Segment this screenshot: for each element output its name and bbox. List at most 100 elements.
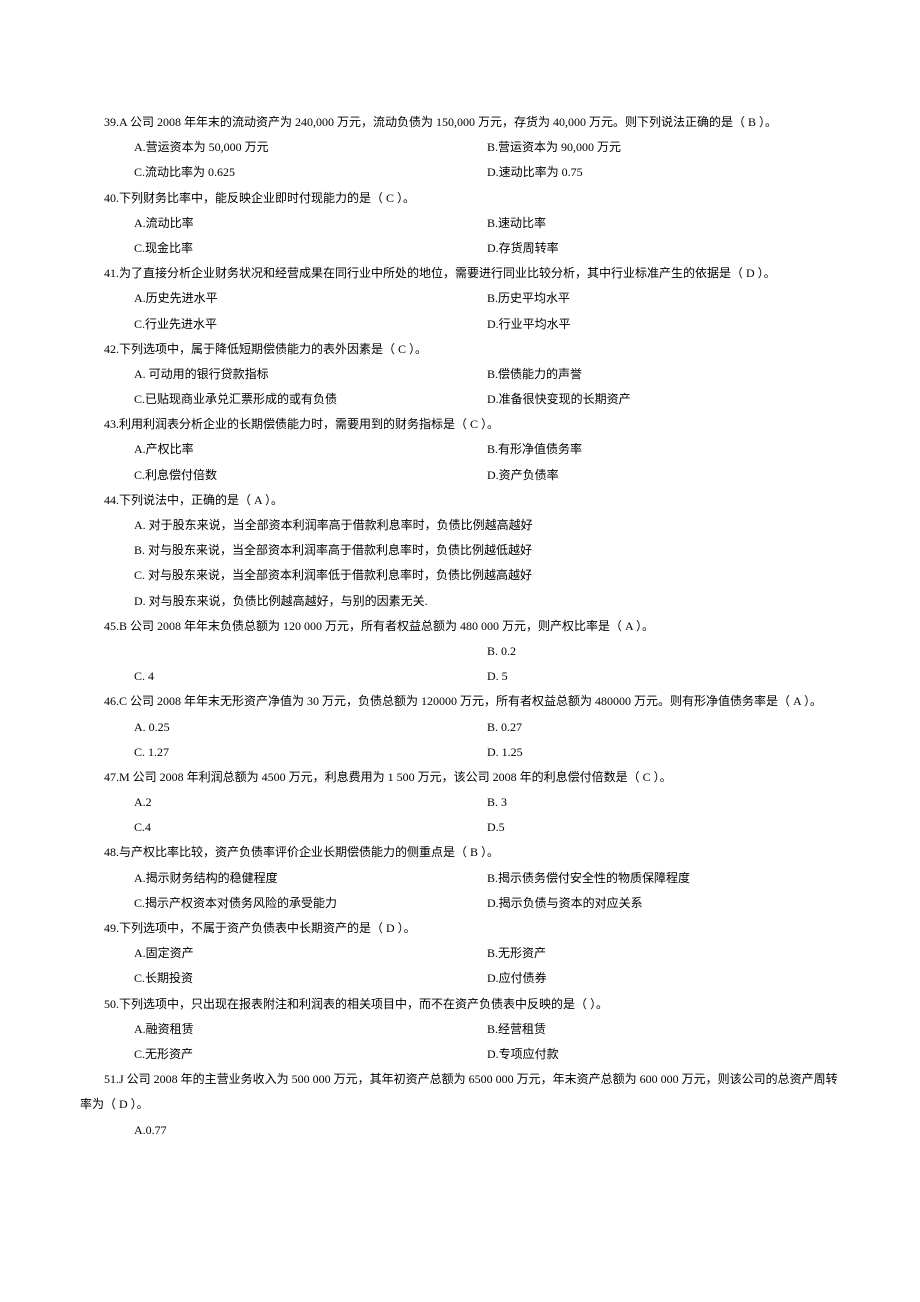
option-d: D.5 (487, 815, 840, 840)
question-stem: 51.J 公司 2008 年的主营业务收入为 500 000 万元，其年初资产总… (80, 1067, 840, 1117)
option-a: A.流动比率 (134, 211, 487, 236)
options-row: C. 1.27 D. 1.25 (134, 740, 840, 765)
option-b: B.速动比率 (487, 211, 840, 236)
options-block: A.2 B. 3 C.4 D.5 (80, 790, 840, 840)
options-block: A.流动比率 B.速动比率 C.现金比率 D.存货周转率 (80, 211, 840, 261)
options-row: C.长期投资 D.应付债券 (134, 966, 840, 991)
options-row: C.流动比率为 0.625 D.速动比率为 0.75 (134, 160, 840, 185)
options-block: A.固定资产 B.无形资产 C.长期投资 D.应付债券 (80, 941, 840, 991)
option-d: D. 1.25 (487, 740, 840, 765)
option-d: D. 对与股东来说，负债比例越高越好，与别的因素无关. (134, 589, 840, 614)
options-block: A.营运资本为 50,000 万元 B.营运资本为 90,000 万元 C.流动… (80, 135, 840, 185)
option-b: B.揭示债务偿付安全性的物质保障程度 (487, 866, 840, 891)
question-stem: 39.A 公司 2008 年年末的流动资产为 240,000 万元，流动负债为 … (80, 110, 840, 135)
options-row: A.融资租赁 B.经营租赁 (134, 1017, 840, 1042)
question-stem: 42.下列选项中，属于降低短期偿债能力的表外因素是（ C ）。 (80, 337, 840, 362)
option-d: D.存货周转率 (487, 236, 840, 261)
options-row: C.无形资产 D.专项应付款 (134, 1042, 840, 1067)
option-c: C.利息偿付倍数 (134, 463, 487, 488)
options-block: A.产权比率 B.有形净值债务率 C.利息偿付倍数 D.资产负债率 (80, 437, 840, 487)
options-block: B. 0.2 C. 4 D. 5 (80, 639, 840, 689)
option-c: C.现金比率 (134, 236, 487, 261)
options-row: A. 0.25 B. 0.27 (134, 715, 840, 740)
option-a: A.2 (134, 790, 487, 815)
options-block: A.历史先进水平 B.历史平均水平 C.行业先进水平 D.行业平均水平 (80, 286, 840, 336)
question-41: 41.为了直接分析企业财务状况和经营成果在同行业中所处的地位，需要进行同业比较分… (80, 261, 840, 337)
option-c: C.长期投资 (134, 966, 487, 991)
question-39: 39.A 公司 2008 年年末的流动资产为 240,000 万元，流动负债为 … (80, 110, 840, 186)
question-stem: 49.下列选项中，不属于资产负债表中长期资产的是（ D ）。 (80, 916, 840, 941)
options-row: C.行业先进水平 D.行业平均水平 (134, 312, 840, 337)
option-c: C.行业先进水平 (134, 312, 487, 337)
question-stem: 47.M 公司 2008 年利润总额为 4500 万元，利息费用为 1 500 … (80, 765, 840, 790)
option-b: B.有形净值债务率 (487, 437, 840, 462)
question-42: 42.下列选项中，属于降低短期偿债能力的表外因素是（ C ）。 A. 可动用的银… (80, 337, 840, 413)
option-c: C.4 (134, 815, 487, 840)
option-b: B. 0.2 (487, 639, 840, 664)
options-row: A.2 B. 3 (134, 790, 840, 815)
options-row: A.揭示财务结构的稳健程度 B.揭示债务偿付安全性的物质保障程度 (134, 866, 840, 891)
option-a (134, 639, 487, 664)
question-46: 46.C 公司 2008 年年末无形资产净值为 30 万元，负债总额为 1200… (80, 689, 840, 765)
page: 39.A 公司 2008 年年末的流动资产为 240,000 万元，流动负债为 … (0, 0, 920, 1302)
question-40: 40.下列财务比率中，能反映企业即时付现能力的是（ C ）。 A.流动比率 B.… (80, 186, 840, 262)
option-a: A.历史先进水平 (134, 286, 487, 311)
question-stem: 45.B 公司 2008 年年末负债总额为 120 000 万元，所有者权益总额… (80, 614, 840, 639)
option-b: B.营运资本为 90,000 万元 (487, 135, 840, 160)
option-b: B.历史平均水平 (487, 286, 840, 311)
question-stem: 43.利用利润表分析企业的长期偿债能力时，需要用到的财务指标是（ C ）。 (80, 412, 840, 437)
options-row: C.已贴现商业承兑汇票形成的或有负债 D.准备很快变现的长期资产 (134, 387, 840, 412)
question-48: 48.与产权比率比较，资产负债率评价企业长期偿债能力的侧重点是（ B ）。 A.… (80, 840, 840, 916)
option-b: B.无形资产 (487, 941, 840, 966)
option-b: B. 对与股东来说，当全部资本利润率高于借款利息率时，负债比例越低越好 (134, 538, 840, 563)
options-row: C.利息偿付倍数 D.资产负债率 (134, 463, 840, 488)
options-block: A. 0.25 B. 0.27 C. 1.27 D. 1.25 (80, 715, 840, 765)
question-stem: 46.C 公司 2008 年年末无形资产净值为 30 万元，负债总额为 1200… (80, 689, 840, 714)
option-a: A.固定资产 (134, 941, 487, 966)
option-a: A. 0.25 (134, 715, 487, 740)
question-stem: 48.与产权比率比较，资产负债率评价企业长期偿债能力的侧重点是（ B ）。 (80, 840, 840, 865)
option-d: D.应付债券 (487, 966, 840, 991)
option-d: D.行业平均水平 (487, 312, 840, 337)
options-row: A.产权比率 B.有形净值债务率 (134, 437, 840, 462)
option-d: D.资产负债率 (487, 463, 840, 488)
options-block: A.融资租赁 B.经营租赁 C.无形资产 D.专项应付款 (80, 1017, 840, 1067)
option-a: A. 对于股东来说，当全部资本利润率高于借款利息率时，负债比例越高越好 (134, 513, 840, 538)
option-d: D.专项应付款 (487, 1042, 840, 1067)
options-row: C.揭示产权资本对债务风险的承受能力 D.揭示负债与资本的对应关系 (134, 891, 840, 916)
option-a: A.产权比率 (134, 437, 487, 462)
options-row: A.历史先进水平 B.历史平均水平 (134, 286, 840, 311)
option-d: D.揭示负债与资本的对应关系 (487, 891, 840, 916)
option-c: C.揭示产权资本对债务风险的承受能力 (134, 891, 487, 916)
options-block: A. 可动用的银行贷款指标 B.偿债能力的声誉 C.已贴现商业承兑汇票形成的或有… (80, 362, 840, 412)
option-d: D.准备很快变现的长期资产 (487, 387, 840, 412)
options-row: A. 可动用的银行贷款指标 B.偿债能力的声誉 (134, 362, 840, 387)
option-b: B.经营租赁 (487, 1017, 840, 1042)
option-a: A.营运资本为 50,000 万元 (134, 135, 487, 160)
option-b: B. 3 (487, 790, 840, 815)
question-47: 47.M 公司 2008 年利润总额为 4500 万元，利息费用为 1 500 … (80, 765, 840, 841)
question-stem: 41.为了直接分析企业财务状况和经营成果在同行业中所处的地位，需要进行同业比较分… (80, 261, 840, 286)
option-c: C.无形资产 (134, 1042, 487, 1067)
options-row: A.流动比率 B.速动比率 (134, 211, 840, 236)
question-stem: 40.下列财务比率中，能反映企业即时付现能力的是（ C ）。 (80, 186, 840, 211)
options-block: A.0.77 (80, 1118, 840, 1143)
question-45: 45.B 公司 2008 年年末负债总额为 120 000 万元，所有者权益总额… (80, 614, 840, 690)
option-c: C. 4 (134, 664, 487, 689)
question-50: 50.下列选项中，只出现在报表附注和利润表的相关项目中，而不在资产负债表中反映的… (80, 992, 840, 1068)
option-c: C. 1.27 (134, 740, 487, 765)
option-c: C.流动比率为 0.625 (134, 160, 487, 185)
options-row: A.营运资本为 50,000 万元 B.营运资本为 90,000 万元 (134, 135, 840, 160)
options-row: C.4 D.5 (134, 815, 840, 840)
question-44: 44.下列说法中，正确的是（ A ）。 A. 对于股东来说，当全部资本利润率高于… (80, 488, 840, 614)
question-stem: 44.下列说法中，正确的是（ A ）。 (80, 488, 840, 513)
option-a: A.揭示财务结构的稳健程度 (134, 866, 487, 891)
options-row: B. 0.2 (134, 639, 840, 664)
options-row: A.固定资产 B.无形资产 (134, 941, 840, 966)
option-a: A.0.77 (134, 1118, 840, 1143)
option-a: A.融资租赁 (134, 1017, 487, 1042)
question-49: 49.下列选项中，不属于资产负债表中长期资产的是（ D ）。 A.固定资产 B.… (80, 916, 840, 992)
question-stem: 50.下列选项中，只出现在报表附注和利润表的相关项目中，而不在资产负债表中反映的… (80, 992, 840, 1017)
option-c: C. 对与股东来说，当全部资本利润率低于借款利息率时，负债比例越高越好 (134, 563, 840, 588)
option-d: D. 5 (487, 664, 840, 689)
